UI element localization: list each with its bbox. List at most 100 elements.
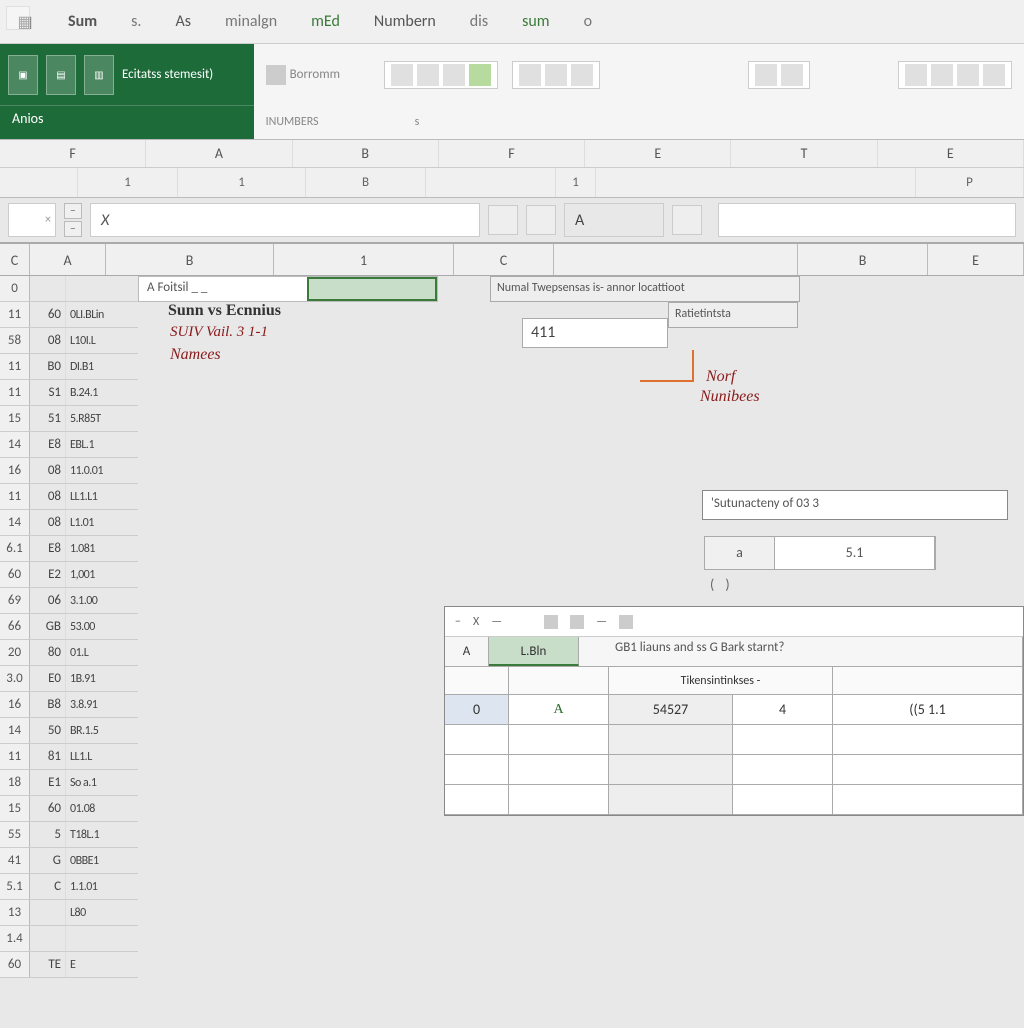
- menu-item-0[interactable]: Sum: [62, 8, 103, 35]
- eb-2-4[interactable]: [833, 785, 1023, 814]
- row-num-16[interactable]: 16: [0, 692, 30, 717]
- sheet-col-3[interactable]: 1: [274, 244, 454, 275]
- cell-b-14[interactable]: 01.L: [66, 640, 138, 665]
- cell-dropdown-icon[interactable]: [672, 205, 702, 235]
- cell-btn-2[interactable]: [931, 64, 953, 86]
- row-num-15[interactable]: 3.0: [0, 666, 30, 691]
- menu-item-1[interactable]: s.: [125, 8, 147, 35]
- col1-3[interactable]: F: [439, 140, 585, 167]
- embedded-hdr-1[interactable]: L.Bln: [489, 637, 579, 666]
- num-btn-1[interactable]: [755, 64, 777, 86]
- ribbon-green-bottom[interactable]: Anios: [0, 105, 254, 139]
- cell-b-8[interactable]: LL1.L1: [66, 484, 138, 509]
- eb-0-4[interactable]: [833, 725, 1023, 754]
- cell-a-7[interactable]: 08: [30, 458, 66, 483]
- col2-6[interactable]: [596, 168, 916, 197]
- cell-a-16[interactable]: B8: [30, 692, 66, 717]
- row-num-17[interactable]: 14: [0, 718, 30, 743]
- expand-btn[interactable]: −: [64, 221, 82, 237]
- sheet-col-4[interactable]: C: [454, 244, 554, 275]
- col1-4[interactable]: E: [585, 140, 731, 167]
- font-btn-4[interactable]: [469, 64, 491, 86]
- cell-a-20[interactable]: 60: [30, 796, 66, 821]
- row-num-11[interactable]: 60: [0, 562, 30, 587]
- cell-a-21[interactable]: 5: [30, 822, 66, 847]
- col2-0[interactable]: [0, 168, 78, 197]
- row-num-25[interactable]: 1.4: [0, 926, 30, 951]
- row-num-20[interactable]: 15: [0, 796, 30, 821]
- cell-a-18[interactable]: 81: [30, 744, 66, 769]
- cell-a-3[interactable]: B0: [30, 354, 66, 379]
- mini-cell-1[interactable]: 5.1: [775, 537, 935, 569]
- fx-button-2[interactable]: [526, 205, 556, 235]
- eb-2-3[interactable]: [733, 785, 833, 814]
- embedded-tool-icon-2[interactable]: [570, 615, 584, 629]
- embedded-c-00[interactable]: 0: [445, 695, 509, 724]
- cell-a-9[interactable]: 08: [30, 510, 66, 535]
- menu-item-7[interactable]: sum: [516, 8, 555, 35]
- row-num-5[interactable]: 15: [0, 406, 30, 431]
- cell-b-1[interactable]: 0LI.BLin: [66, 302, 138, 327]
- eb-0-1[interactable]: [509, 725, 609, 754]
- sheet-col-7[interactable]: E: [928, 244, 1024, 275]
- eb-1-2[interactable]: [609, 755, 733, 784]
- row-num-0[interactable]: 0: [0, 276, 30, 301]
- sheet-col-6[interactable]: B: [798, 244, 928, 275]
- cell-b-3[interactable]: DI.B1: [66, 354, 138, 379]
- row-num-9[interactable]: 14: [0, 510, 30, 535]
- embedded-c-01[interactable]: A: [509, 695, 609, 724]
- row-num-23[interactable]: 5.1: [0, 874, 30, 899]
- embedded-c-04[interactable]: ((5 1.1: [833, 695, 1023, 724]
- cell-btn-4[interactable]: [983, 64, 1005, 86]
- embedded-x-icon[interactable]: X: [473, 615, 479, 629]
- num-btn-2[interactable]: [781, 64, 803, 86]
- cell-a-6[interactable]: E8: [30, 432, 66, 457]
- col1-2[interactable]: B: [293, 140, 439, 167]
- eb-2-0[interactable]: [445, 785, 509, 814]
- align-btn-2[interactable]: [545, 64, 567, 86]
- cell-a-25[interactable]: [30, 926, 66, 951]
- cell-b-19[interactable]: So a.1: [66, 770, 138, 795]
- row-num-6[interactable]: 14: [0, 432, 30, 457]
- embedded-sh-0[interactable]: [445, 667, 509, 694]
- sheet-col-0[interactable]: C: [0, 244, 30, 275]
- menu-item-4[interactable]: mEd: [305, 8, 346, 35]
- selected-cell-indicator[interactable]: [307, 277, 437, 301]
- font-btn-2[interactable]: [417, 64, 439, 86]
- active-cell-indicator[interactable]: A: [564, 203, 664, 237]
- cell-a-5[interactable]: 51: [30, 406, 66, 431]
- cell-b-4[interactable]: B.24.1: [66, 380, 138, 405]
- embedded-tool-icon-3[interactable]: [619, 615, 633, 629]
- row-num-1[interactable]: 11: [0, 302, 30, 327]
- cell-a-10[interactable]: E8: [30, 536, 66, 561]
- col2-5[interactable]: 1: [556, 168, 596, 197]
- result-input[interactable]: 411: [522, 318, 668, 348]
- cell-b-24[interactable]: L80: [66, 900, 138, 925]
- embedded-sh-1[interactable]: [509, 667, 609, 694]
- cell-a-11[interactable]: E2: [30, 562, 66, 587]
- cell-a-22[interactable]: G: [30, 848, 66, 873]
- col1-6[interactable]: E: [878, 140, 1024, 167]
- cell-b-6[interactable]: EBL.1: [66, 432, 138, 457]
- cell-a-12[interactable]: 06: [30, 588, 66, 613]
- menu-item-3[interactable]: minalgn: [219, 8, 283, 35]
- row-num-14[interactable]: 20: [0, 640, 30, 665]
- eb-1-1[interactable]: [509, 755, 609, 784]
- row-num-12[interactable]: 69: [0, 588, 30, 613]
- cell-a-15[interactable]: E0: [30, 666, 66, 691]
- font-btn-3[interactable]: [443, 64, 465, 86]
- cell-btn-3[interactable]: [957, 64, 979, 86]
- collapse-btn[interactable]: −: [64, 203, 82, 219]
- eb-1-4[interactable]: [833, 755, 1023, 784]
- col2-7[interactable]: P: [916, 168, 1024, 197]
- cell-b-21[interactable]: T18L.1: [66, 822, 138, 847]
- eb-2-1[interactable]: [509, 785, 609, 814]
- row-num-7[interactable]: 16: [0, 458, 30, 483]
- mini-cell-0[interactable]: a: [705, 537, 775, 569]
- embedded-tool-icon-1[interactable]: [544, 615, 558, 629]
- eb-1-3[interactable]: [733, 755, 833, 784]
- cell-b-15[interactable]: 1B.91: [66, 666, 138, 691]
- eb-2-2[interactable]: [609, 785, 733, 814]
- cell-a-17[interactable]: 50: [30, 718, 66, 743]
- cell-b-18[interactable]: LL1.L: [66, 744, 138, 769]
